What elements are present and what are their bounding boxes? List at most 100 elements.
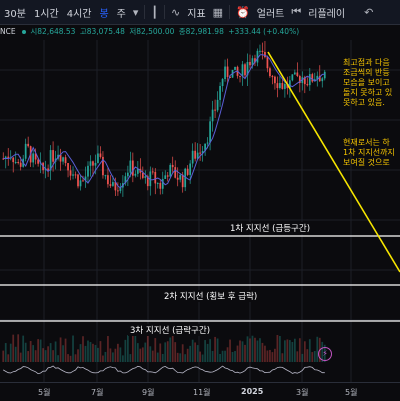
candle-body [306, 84, 309, 86]
candle-body [224, 66, 226, 80]
volume-bar [271, 352, 274, 362]
volume-bar [74, 354, 77, 362]
note-line: 조금씩의 반등 [343, 68, 390, 77]
indicators-button[interactable]: 지표 [183, 5, 209, 20]
time-axis: 5월 7월 9월 11월 2025 3월 5월 [0, 382, 400, 401]
candle-body [169, 164, 172, 177]
volume-bar [62, 345, 64, 362]
candle-body [24, 143, 27, 159]
replay-button[interactable]: 리플레이 [304, 5, 349, 20]
interval-30m[interactable]: 30분 [0, 5, 30, 20]
volume-bar [186, 348, 189, 362]
lightning-icon[interactable]: ⚡ [318, 347, 332, 361]
volume-bar [49, 343, 52, 362]
candle-body [17, 162, 20, 164]
volume-bar [27, 351, 30, 362]
toolbar-divider [164, 5, 166, 19]
volume-bar [82, 336, 84, 362]
candle-body [214, 109, 216, 111]
volume-bar [136, 343, 139, 362]
volume-bar [194, 342, 197, 362]
volume-bar [109, 348, 112, 362]
volume-bar [64, 338, 67, 362]
top-toolbar: 30분 1시간 4시간 봉 주 ▾ ┃ ∿ 지표 ▦ ⏰ 얼러트 ⏮ 리플레이 … [0, 0, 400, 25]
candle-body [62, 157, 64, 162]
candle-body [219, 86, 221, 100]
volume-bar [34, 350, 37, 362]
volume-bar [259, 338, 261, 362]
x-tick-year: 2025 [241, 387, 264, 396]
volume-bar [44, 350, 47, 362]
interval-4h[interactable]: 4시간 [63, 5, 96, 20]
volume-bar [77, 349, 79, 362]
volume-bar [117, 343, 119, 362]
support-label-3: 3차 지지선 (급락구간) [128, 324, 213, 336]
volume-bar [221, 350, 224, 362]
volume-bar [241, 341, 244, 362]
volume-bar [176, 352, 179, 362]
volume-bar [239, 340, 241, 362]
candle-body [181, 174, 184, 188]
volume-bar [298, 338, 301, 362]
close-value: 종82,981.98 [178, 27, 224, 36]
indicators-icon[interactable]: ∿ [168, 6, 183, 19]
candle-body [126, 172, 129, 177]
candle-body [77, 174, 79, 187]
toolbar-divider [144, 5, 146, 19]
undo-icon[interactable]: ↶ [361, 6, 376, 19]
interval-candle[interactable]: 봉 [95, 5, 112, 20]
volume-bar [181, 344, 184, 362]
volume-bar [204, 340, 206, 362]
candle-body [79, 180, 82, 187]
alert-clock-icon[interactable]: ⏰ [233, 6, 253, 19]
volume-bar [146, 335, 149, 362]
candle-body [321, 78, 324, 82]
volume-bar [274, 348, 276, 362]
volume-bar [19, 352, 22, 362]
volume-bar [139, 348, 142, 362]
volume-bar [214, 336, 216, 362]
volume-bar [313, 350, 316, 362]
volume-bar [22, 335, 25, 362]
volume-bar [124, 339, 127, 362]
candle-body [94, 162, 97, 166]
candle-body [211, 109, 214, 122]
volume-bar [159, 343, 162, 362]
volume-bar [9, 343, 12, 362]
candle-body [14, 162, 17, 164]
candle-body [284, 83, 286, 89]
layout-grid-icon[interactable]: ▦ [210, 6, 226, 19]
open-value: 시82,648.53 [30, 27, 76, 36]
candle-body [279, 83, 281, 89]
interval-week[interactable]: 주 [113, 5, 130, 20]
note-line: 모습을 보이고 [343, 78, 390, 87]
volume-bar [17, 334, 20, 362]
symbol-name[interactable]: NCE [0, 27, 16, 36]
volume-bar [293, 338, 296, 362]
low-value: 저82,500.00 [129, 27, 175, 36]
market-status-dot [21, 30, 26, 34]
x-tick: 7월 [91, 388, 104, 397]
volume-bar [206, 343, 209, 362]
x-tick: 3월 [296, 388, 309, 397]
volume-bar [249, 338, 251, 362]
chevron-down-icon[interactable]: ▾ [130, 6, 142, 19]
note-line: 현재로서는 하 [343, 138, 390, 147]
volume-bar [224, 350, 226, 362]
candle-body [191, 150, 194, 164]
volume-bar [254, 337, 256, 362]
candle-body [161, 178, 164, 189]
replay-icon[interactable]: ⏮ [288, 5, 304, 19]
volume-bar [102, 355, 104, 362]
support-label-1: 1차 지지선 (급등구간) [228, 222, 313, 234]
candle-body [266, 57, 269, 69]
volume-bar [122, 355, 124, 362]
volume-bar [126, 335, 129, 362]
candle-body [244, 64, 246, 76]
interval-1h[interactable]: 1시간 [30, 5, 63, 20]
volume-bar [42, 348, 44, 362]
candle-body [179, 174, 182, 180]
candlestick-icon[interactable]: ┃ [148, 6, 161, 19]
volume-bar [303, 341, 306, 362]
alert-button[interactable]: 얼러트 [253, 5, 289, 20]
